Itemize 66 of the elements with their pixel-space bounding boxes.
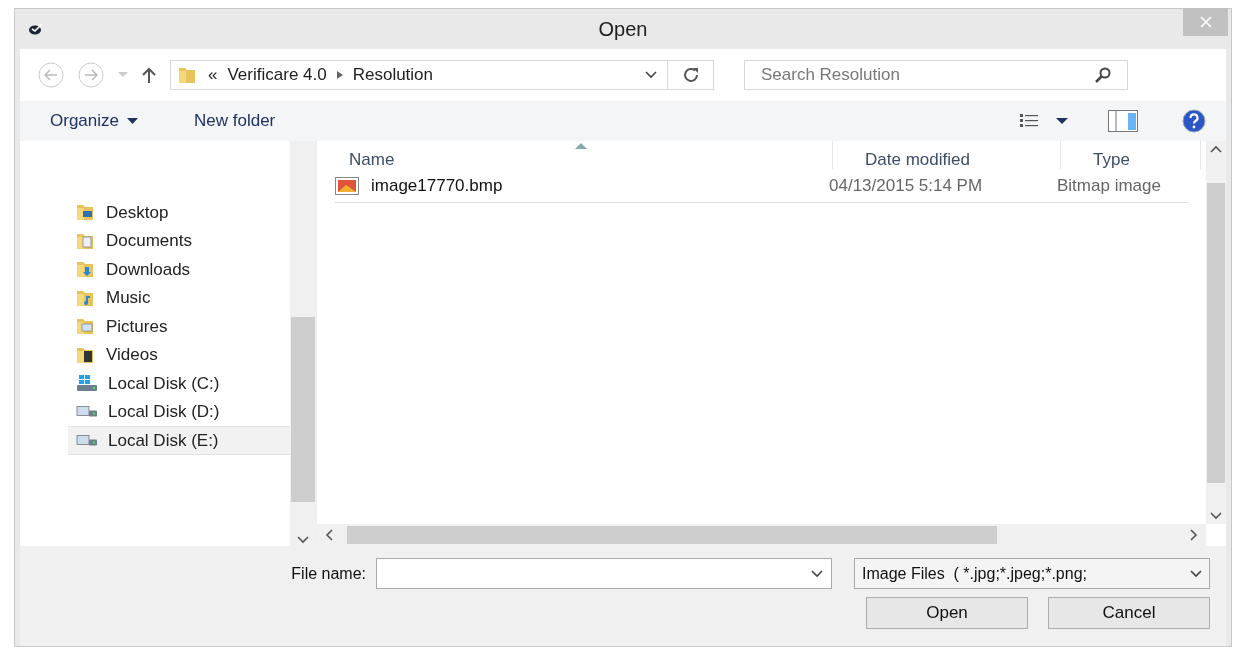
nav-item[interactable]: Pictures (68, 312, 290, 341)
close-button[interactable] (1183, 8, 1228, 36)
new-folder-button[interactable]: New folder (194, 108, 276, 134)
organize-menu-button[interactable]: Organize (50, 108, 138, 134)
column-header[interactable]: Type (1061, 141, 1201, 169)
downloads-folder-icon (76, 260, 96, 279)
window-title: Open (598, 17, 648, 42)
column-header[interactable]: Name (317, 141, 833, 169)
file-row[interactable]: image17770.bmp 04/13/2015 5:14 PM Bitmap image (335, 169, 1188, 203)
breadcrumb-item[interactable]: Verificare 4.0 (227, 62, 327, 88)
chevron-down-icon (1190, 569, 1202, 578)
caret-icon (127, 118, 138, 124)
address-bar[interactable]: « Verificare 4.0 Resolution (170, 60, 714, 90)
file-type-dropdown[interactable]: Image Files ( *.jpg;*.jpeg;*.png; (854, 558, 1210, 589)
chevron-right-icon (1190, 529, 1198, 541)
search-field[interactable]: Search Resolution (744, 60, 1128, 90)
chevron-down-icon (811, 569, 823, 578)
chevron-left-icon (325, 529, 333, 541)
image-file-icon (335, 176, 359, 195)
nav-item[interactable]: Local Disk (C:) (68, 369, 290, 398)
file-name: image17770.bmp (371, 174, 504, 197)
app-check-icon (29, 23, 43, 35)
chevron-down-icon (297, 536, 309, 544)
help-icon[interactable] (1182, 109, 1206, 133)
scrollbar[interactable] (1206, 141, 1226, 524)
plain-folder-icon (178, 66, 198, 84)
dialog-button[interactable]: Open (866, 597, 1028, 629)
music-folder-icon (76, 288, 96, 307)
breadcrumb-item[interactable]: Resolution (352, 62, 434, 88)
nav-item[interactable]: Music (68, 283, 290, 312)
breadcrumb-arrow-icon (336, 71, 343, 79)
documents-folder-icon (76, 231, 96, 250)
column-header[interactable]: Date modified (833, 141, 1061, 169)
nav-item[interactable]: Documents (68, 226, 290, 255)
chevron-down-icon (1210, 512, 1222, 520)
back-icon[interactable] (38, 62, 64, 88)
pictures-folder-icon (76, 317, 96, 336)
nav-item[interactable]: Local Disk (D:) (68, 397, 290, 426)
horizontal-scrollbar[interactable] (317, 524, 1206, 546)
file-type: Bitmap image (1057, 174, 1161, 197)
nav-item[interactable]: Videos (68, 340, 290, 369)
videos-folder-icon (76, 345, 96, 364)
caret-icon[interactable] (1056, 118, 1068, 124)
forward-icon[interactable] (78, 62, 104, 88)
close-icon (1199, 16, 1212, 28)
drive-icon (76, 434, 98, 446)
desktop-folder-icon (76, 203, 96, 222)
up-arrow-icon[interactable] (142, 67, 156, 83)
file-name-label: File name: (291, 563, 366, 584)
date-modified: 04/13/2015 5:14 PM (829, 174, 984, 197)
sort-arrow-icon (575, 143, 587, 149)
nav-item[interactable]: Desktop (68, 198, 290, 227)
refresh-icon[interactable] (681, 66, 700, 84)
dialog-button[interactable]: Cancel (1048, 597, 1210, 629)
chevron-down-icon[interactable] (645, 71, 657, 79)
scrollbar[interactable] (290, 141, 316, 546)
nav-item[interactable]: Downloads (68, 255, 290, 284)
file-name-field[interactable] (376, 558, 832, 589)
chevron-up-icon (1210, 145, 1222, 153)
drive-icon (76, 406, 98, 418)
breadcrumb-item[interactable]: « (208, 62, 218, 88)
system-drive-icon (76, 374, 98, 393)
search-icon (1094, 66, 1112, 84)
view-list-icon[interactable] (1020, 114, 1038, 128)
nav-item[interactable]: Local Disk (E:) (68, 426, 290, 455)
preview-pane-icon[interactable] (1108, 110, 1138, 132)
